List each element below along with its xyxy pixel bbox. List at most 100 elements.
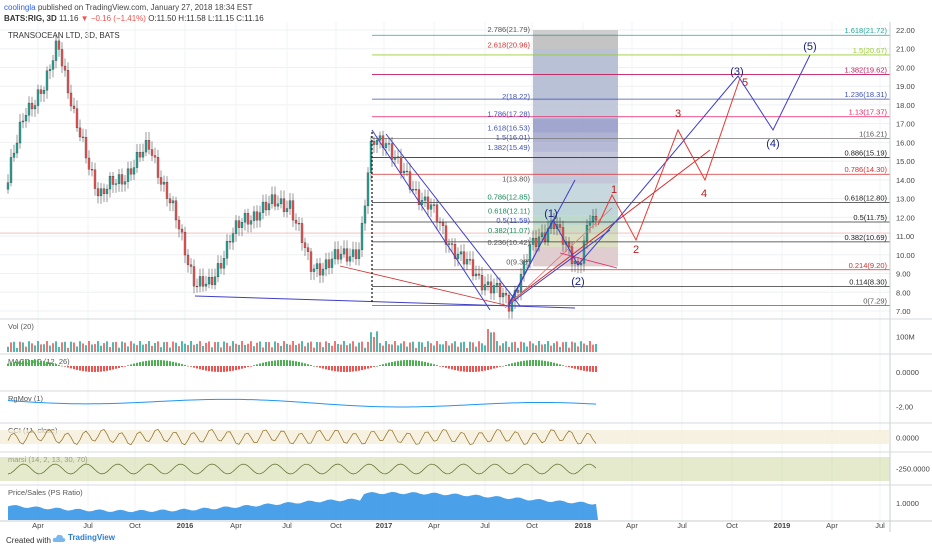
- cci-band: [0, 430, 890, 444]
- macd-bar: [271, 360, 273, 366]
- candle-body: [138, 152, 142, 158]
- macd-bar: [142, 361, 144, 366]
- price-tick-label: 16.00: [896, 138, 915, 147]
- macd-bar: [187, 365, 189, 367]
- candle-body: [69, 92, 73, 107]
- macd-bar: [205, 366, 207, 371]
- volume-bar: [157, 341, 159, 352]
- macd-bar: [43, 361, 45, 366]
- candle-body: [360, 222, 364, 250]
- macd-bar: [34, 360, 36, 366]
- macd-bar: [259, 363, 261, 366]
- volume-bar: [124, 342, 126, 352]
- volume-bar: [460, 342, 462, 352]
- macd-bar: [310, 365, 312, 366]
- volume-bar: [151, 345, 153, 352]
- volume-bar: [436, 341, 438, 352]
- macd-bar: [178, 363, 180, 366]
- candle-body: [84, 137, 88, 159]
- macd-bar: [517, 361, 519, 366]
- tradingview-logo[interactable]: TradingView: [52, 533, 115, 543]
- price-chart[interactable]: 1.618(21.72) 1.5(20.67) 1.382(19.62) 1.236(…: [0, 22, 932, 532]
- candle-body: [351, 249, 355, 257]
- macd-bar: [460, 366, 462, 372]
- candle-body: [132, 167, 136, 175]
- candle-body: [39, 89, 43, 94]
- fib-level-label: 0.5(11.75): [853, 213, 887, 222]
- macd-bar: [226, 366, 228, 372]
- candle-body: [384, 143, 388, 148]
- volume-bar: [487, 329, 489, 352]
- macd-bar: [193, 366, 195, 368]
- volume-bar: [370, 332, 372, 352]
- volume-bar: [271, 347, 273, 352]
- volume-bar: [232, 341, 234, 352]
- candle-body: [312, 268, 316, 272]
- time-tick-label: Oct: [526, 521, 539, 530]
- volume-bar: [316, 341, 318, 352]
- volume-bar: [220, 347, 222, 352]
- volume-bar: [49, 345, 51, 352]
- price-tick-label: 14.00: [896, 176, 915, 185]
- candle-body: [45, 70, 49, 91]
- macd-bar: [160, 360, 162, 366]
- candle-body: [18, 121, 22, 144]
- macd-bar: [91, 366, 93, 372]
- candle-body: [234, 220, 238, 234]
- volume-bar: [427, 341, 429, 352]
- candle-body: [525, 260, 529, 262]
- volume-bar: [40, 344, 42, 352]
- macd-bar: [64, 366, 66, 367]
- macd-bar: [556, 363, 558, 366]
- candle-body: [120, 174, 124, 185]
- candle-body: [489, 281, 493, 294]
- price-tick-label: 17.00: [896, 120, 915, 129]
- macd-bar: [73, 366, 75, 370]
- macd-bar: [592, 366, 594, 372]
- volume-bar: [430, 343, 432, 352]
- candle-body: [291, 200, 295, 221]
- candle-body: [402, 170, 406, 174]
- candle-body: [141, 151, 145, 158]
- macd-bar: [265, 361, 267, 366]
- macd-bar: [277, 360, 279, 366]
- volume-bar: [58, 346, 60, 352]
- candle-body: [324, 259, 328, 270]
- candle-body: [36, 89, 40, 106]
- macd-bar: [421, 361, 423, 366]
- candle-body: [90, 169, 94, 171]
- volume-bar: [76, 346, 78, 352]
- volume-bar: [277, 342, 279, 352]
- volume-bar: [382, 345, 384, 352]
- candle-body: [246, 213, 250, 225]
- volume-bar: [64, 341, 66, 352]
- candle-body: [171, 200, 175, 204]
- macd-bar: [82, 366, 84, 372]
- macd-bar: [223, 366, 225, 372]
- macd-bar: [250, 366, 252, 367]
- volume-bar: [508, 346, 510, 352]
- macd-bar: [184, 364, 186, 366]
- candle-body: [279, 198, 283, 205]
- candle-body: [390, 143, 394, 160]
- volume-bar: [97, 341, 99, 352]
- macd-bar: [280, 360, 282, 366]
- macd-bar: [442, 366, 444, 367]
- wave-label-red: 5: [742, 77, 748, 89]
- candle-body: [285, 208, 289, 212]
- fib-box-shade: [533, 30, 618, 267]
- macd-bar: [445, 366, 447, 368]
- candle-body: [366, 172, 370, 207]
- volume-bar: [586, 345, 588, 352]
- macd-bar: [157, 360, 159, 366]
- candle-body: [186, 254, 190, 265]
- author-link[interactable]: coolingla: [4, 3, 36, 12]
- volume-bar: [226, 342, 228, 352]
- volume-bar: [502, 343, 504, 352]
- macd-bar: [202, 366, 204, 370]
- candle-body: [207, 277, 211, 285]
- candle-body: [225, 241, 229, 259]
- candle-body: [480, 275, 484, 291]
- candle-body: [228, 241, 232, 243]
- macd-bar: [367, 366, 369, 369]
